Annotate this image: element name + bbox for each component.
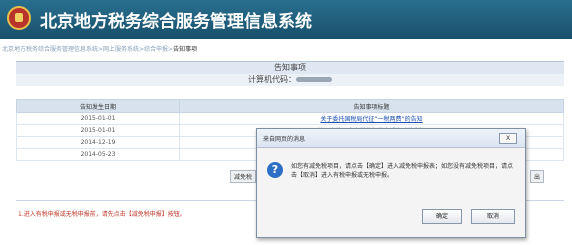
row-date: 2015-01-01 (16, 112, 180, 125)
confirm-dialog: 来自网页的消息 X ? 如您有减免税项目，请点击【确定】进入减免税申报表；如您没… (256, 128, 526, 238)
ok-button[interactable]: 确定 (422, 209, 462, 224)
question-icon: ? (267, 162, 283, 178)
table-header-row: 告知发生日期 告知事项标题 (16, 99, 564, 113)
right-action-button[interactable]: 出 (530, 170, 545, 183)
row-date: 2014-05-23 (16, 148, 180, 161)
breadcrumb-current: 告知事项 (173, 46, 198, 53)
cancel-button[interactable]: 取消 (471, 209, 515, 224)
app-header: 北京地方税务综合服务管理信息系统 (0, 0, 572, 39)
computer-code-row: 计算机代码： (16, 74, 564, 86)
redacted-code (296, 77, 332, 82)
column-header-date: 告知发生日期 (16, 99, 180, 113)
dialog-titlebar: 来自网页的消息 X (257, 129, 525, 148)
tax-reduction-button[interactable]: 减免税 (230, 170, 257, 183)
row-date: 2014-12-19 (16, 136, 180, 149)
warning-text: 1.进入有税申报或无税申报前，请先点击【减免税申报】按钮。 (18, 211, 186, 218)
breadcrumb-path[interactable]: 北京地方税务综合服务管理信息系统>网上服务系统>综合申报> (2, 46, 173, 53)
row-title-link[interactable]: 关于委托国税局代征“一税两费”的告知 (179, 112, 564, 125)
row-date: 2015-01-01 (16, 124, 180, 137)
app-title: 北京地方税务综合服务管理信息系统 (40, 12, 312, 32)
breadcrumb: 北京地方税务综合服务管理信息系统>网上服务系统>综合申报>告知事项 (2, 44, 197, 53)
close-button[interactable]: X (499, 133, 517, 144)
table-row: 2015-01-01 关于委托国税局代征“一税两费”的告知 (16, 112, 564, 125)
notice-heading: 告知事项 (16, 61, 564, 74)
notice-panel: 告知事项 计算机代码： (16, 61, 564, 86)
tax-emblem-icon (7, 6, 31, 30)
dialog-title: 来自网页的消息 (263, 136, 306, 143)
computer-code-label: 计算机代码： (248, 75, 296, 84)
dialog-message: 如您有减免税项目，请点击【确定】进入减免税申报表；如您没有减免税项目，请点击【取… (291, 163, 514, 179)
column-header-title: 告知事项标题 (179, 99, 564, 113)
